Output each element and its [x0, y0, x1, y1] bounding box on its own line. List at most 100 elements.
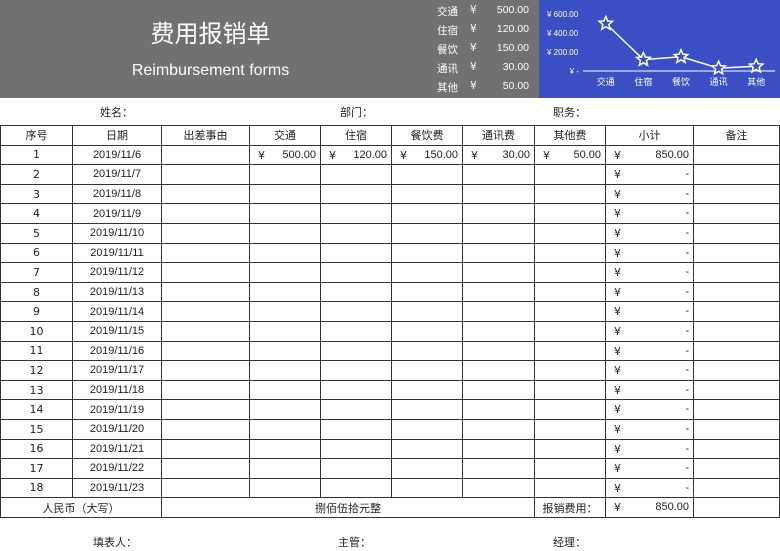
transport-cell[interactable]	[249, 399, 321, 420]
comm-cell[interactable]	[462, 379, 535, 401]
trip-reason-cell[interactable]	[161, 262, 250, 283]
lodging-cell[interactable]	[320, 183, 392, 205]
lodging-cell[interactable]	[320, 203, 392, 224]
meals-cell[interactable]	[391, 379, 463, 401]
remark-cell[interactable]	[693, 164, 780, 185]
lodging-cell[interactable]	[320, 320, 392, 342]
trip-reason-cell[interactable]	[161, 242, 250, 264]
lodging-cell[interactable]	[320, 399, 392, 420]
comm-cell[interactable]	[462, 360, 535, 381]
trip-reason-cell[interactable]	[161, 144, 250, 166]
lodging-cell[interactable]: ¥120.00	[320, 144, 392, 166]
remark-cell[interactable]	[693, 399, 780, 420]
transport-cell[interactable]	[249, 183, 321, 205]
lodging-cell[interactable]	[320, 242, 392, 264]
remark-cell[interactable]	[693, 183, 780, 205]
transport-cell[interactable]	[249, 242, 321, 264]
other-cell[interactable]	[534, 183, 606, 205]
trip-reason-cell[interactable]	[161, 477, 250, 499]
meals-cell[interactable]	[391, 418, 463, 440]
transport-cell[interactable]	[249, 458, 321, 479]
transport-cell[interactable]	[249, 418, 321, 440]
trip-reason-cell[interactable]	[161, 164, 250, 185]
other-cell[interactable]	[534, 458, 606, 479]
transport-cell[interactable]	[249, 477, 321, 499]
lodging-cell[interactable]	[320, 164, 392, 185]
other-cell[interactable]	[534, 164, 606, 185]
other-cell[interactable]	[534, 340, 606, 362]
transport-cell[interactable]	[249, 262, 321, 283]
other-cell[interactable]	[534, 360, 606, 381]
lodging-cell[interactable]	[320, 360, 392, 381]
remark-cell[interactable]	[693, 418, 780, 440]
trip-reason-cell[interactable]	[161, 320, 250, 342]
trip-reason-cell[interactable]	[161, 222, 250, 244]
trip-reason-cell[interactable]	[161, 360, 250, 381]
trip-reason-cell[interactable]	[161, 301, 250, 322]
comm-cell[interactable]	[462, 222, 535, 244]
remark-cell[interactable]	[693, 262, 780, 283]
comm-cell[interactable]	[462, 203, 535, 224]
remark-cell[interactable]	[693, 301, 780, 322]
remark-cell[interactable]	[693, 320, 780, 342]
comm-cell[interactable]: ¥30.00	[462, 144, 535, 166]
trip-reason-cell[interactable]	[161, 281, 250, 303]
comm-cell[interactable]	[462, 418, 535, 440]
lodging-cell[interactable]	[320, 379, 392, 401]
other-cell[interactable]	[534, 438, 606, 460]
meals-cell[interactable]	[391, 340, 463, 362]
lodging-cell[interactable]	[320, 262, 392, 283]
transport-cell[interactable]	[249, 203, 321, 224]
comm-cell[interactable]	[462, 477, 535, 499]
transport-cell[interactable]	[249, 340, 321, 362]
remark-cell[interactable]	[693, 477, 780, 499]
other-cell[interactable]: ¥50.00	[534, 144, 606, 166]
remark-cell[interactable]	[693, 242, 780, 264]
trip-reason-cell[interactable]	[161, 458, 250, 479]
transport-cell[interactable]	[249, 164, 321, 185]
trip-reason-cell[interactable]	[161, 340, 250, 362]
other-cell[interactable]	[534, 222, 606, 244]
other-cell[interactable]	[534, 320, 606, 342]
meals-cell[interactable]	[391, 242, 463, 264]
comm-cell[interactable]	[462, 301, 535, 322]
meals-cell[interactable]	[391, 360, 463, 381]
lodging-cell[interactable]	[320, 301, 392, 322]
lodging-cell[interactable]	[320, 222, 392, 244]
lodging-cell[interactable]	[320, 281, 392, 303]
comm-cell[interactable]	[462, 340, 535, 362]
other-cell[interactable]	[534, 477, 606, 499]
lodging-cell[interactable]	[320, 458, 392, 479]
comm-cell[interactable]	[462, 242, 535, 264]
trip-reason-cell[interactable]	[161, 399, 250, 420]
lodging-cell[interactable]	[320, 438, 392, 460]
transport-cell[interactable]	[249, 379, 321, 401]
remark-cell[interactable]	[693, 458, 780, 479]
transport-cell[interactable]	[249, 320, 321, 342]
transport-cell[interactable]: ¥500.00	[249, 144, 321, 166]
remark-cell[interactable]	[693, 203, 780, 224]
lodging-cell[interactable]	[320, 340, 392, 362]
meals-cell[interactable]	[391, 262, 463, 283]
remark-cell[interactable]	[693, 340, 780, 362]
comm-cell[interactable]	[462, 262, 535, 283]
remark-cell[interactable]	[693, 497, 780, 518]
meals-cell[interactable]	[391, 301, 463, 322]
trip-reason-cell[interactable]	[161, 438, 250, 460]
comm-cell[interactable]	[462, 281, 535, 303]
comm-cell[interactable]	[462, 183, 535, 205]
remark-cell[interactable]	[693, 281, 780, 303]
other-cell[interactable]	[534, 399, 606, 420]
remark-cell[interactable]	[693, 360, 780, 381]
meals-cell[interactable]	[391, 399, 463, 420]
transport-cell[interactable]	[249, 222, 321, 244]
other-cell[interactable]	[534, 203, 606, 224]
other-cell[interactable]	[534, 242, 606, 264]
remark-cell[interactable]	[693, 379, 780, 401]
transport-cell[interactable]	[249, 301, 321, 322]
meals-cell[interactable]	[391, 164, 463, 185]
meals-cell[interactable]	[391, 320, 463, 342]
meals-cell[interactable]	[391, 458, 463, 479]
meals-cell[interactable]	[391, 183, 463, 205]
meals-cell[interactable]	[391, 222, 463, 244]
